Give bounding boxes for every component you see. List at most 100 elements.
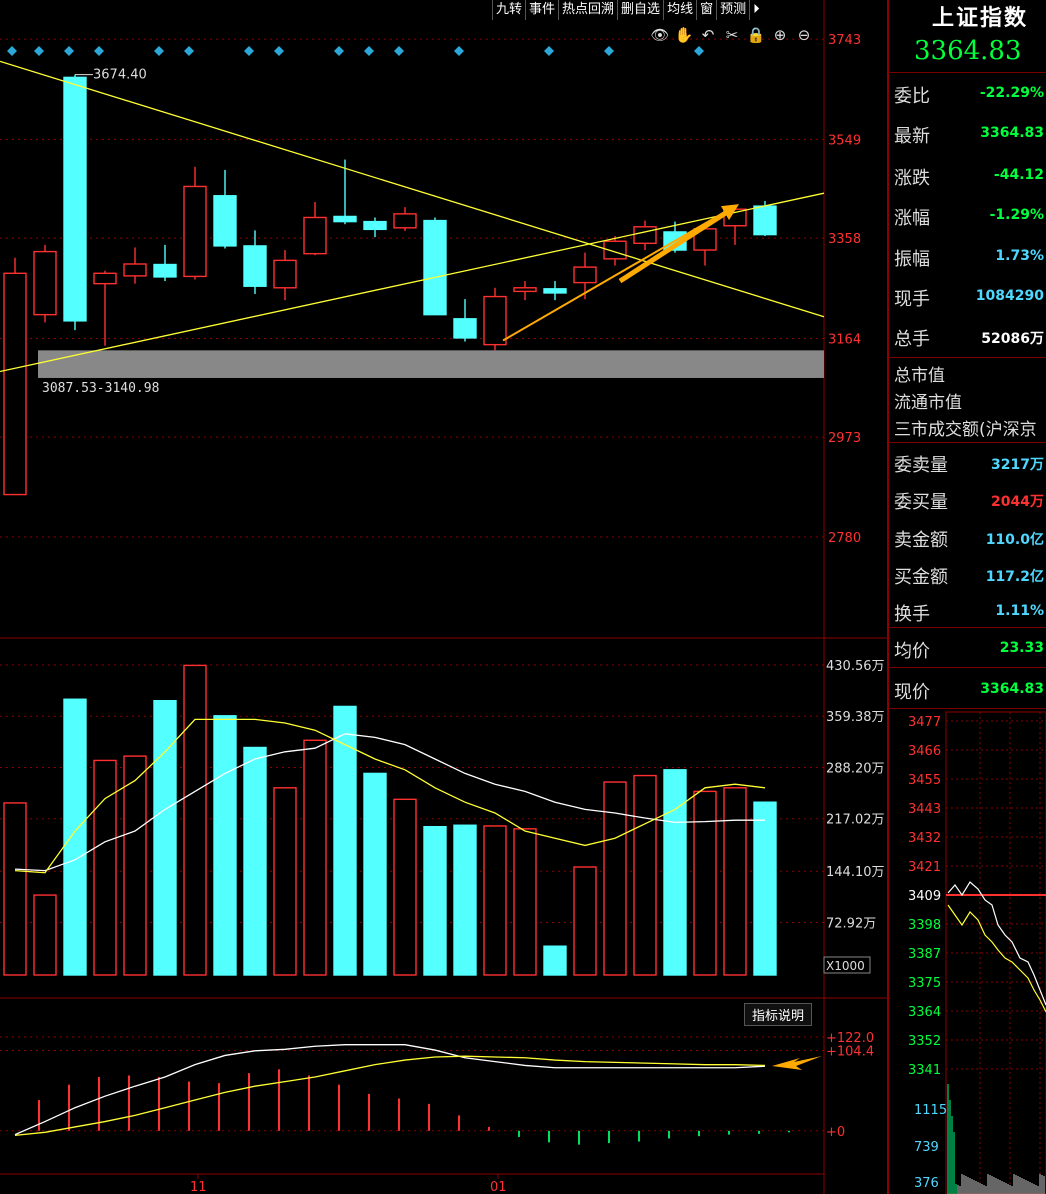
toolbar-button-5[interactable]: 窗 xyxy=(696,0,716,20)
toolbar-button-6[interactable]: 预测 xyxy=(716,0,749,20)
signal-diamond-icon xyxy=(184,46,194,56)
quote-value: 117.2亿 xyxy=(985,569,1044,585)
macd-dif-line xyxy=(14,1044,766,1136)
quote-row-rows-1: 最新 3364.83 xyxy=(890,115,1046,151)
chart-tool-5-icon[interactable]: ⊕ xyxy=(770,26,790,44)
y-tick-label: 3549 xyxy=(828,133,861,148)
quote-label: 均价 xyxy=(894,641,930,662)
quote-value: 3364.83 xyxy=(980,125,1044,141)
candle-body xyxy=(543,288,567,294)
volume-bar xyxy=(663,769,687,976)
quote-value: 3217万 xyxy=(991,457,1044,473)
signal-diamond-icon xyxy=(334,46,344,56)
quote-row-rows-2: 涨跌 -44.12 xyxy=(890,157,1046,193)
chart-tools: 👁 ✋ ↶ ✂ 🔒 ⊕ ⊖ xyxy=(650,26,814,44)
signal-diamond-icon xyxy=(7,46,17,56)
index-title: 上证指数 xyxy=(932,5,1029,31)
signal-diamond-icon xyxy=(694,46,704,56)
macd-tick-label: +104.4 xyxy=(826,1045,874,1060)
signal-diamond-icon xyxy=(364,46,374,56)
chart-tool-2-icon[interactable]: ↶ xyxy=(698,26,718,44)
chart-tool-0-icon[interactable]: 👁 xyxy=(650,26,670,44)
quote-label: 现手 xyxy=(894,289,930,310)
panel-divider xyxy=(890,357,1046,358)
volume-bar xyxy=(573,866,597,976)
quote-label: 委买量 xyxy=(894,492,948,513)
quote-label: 买金额 xyxy=(894,567,948,588)
quote-plain-2: 三市成交额(沪深京 xyxy=(894,420,1037,440)
volume-tick-label: 288.20万 xyxy=(826,761,885,776)
volume-bar xyxy=(213,715,237,976)
chart-tool-4-icon[interactable]: 🔒 xyxy=(746,26,766,44)
quote-value: -44.12 xyxy=(993,167,1044,183)
toolbar-button-1[interactable]: 事件 xyxy=(525,0,558,20)
quote-value: 52086万 xyxy=(981,331,1044,347)
trend-arrow-thin xyxy=(502,205,736,342)
volume-bar xyxy=(303,739,327,976)
signal-diamond-icon xyxy=(604,46,614,56)
panel-divider xyxy=(890,627,1046,628)
volume-tick-label: 144.10万 xyxy=(826,865,885,880)
quote-value: 23.33 xyxy=(999,640,1044,656)
y-tick-label: 3164 xyxy=(828,332,861,347)
quote-row-rows2-0: 委卖量 3217万 xyxy=(890,444,1046,480)
toolbar-button-4[interactable]: 均线 xyxy=(663,0,696,20)
high-label: 3674.40 xyxy=(93,68,147,83)
volume-bar xyxy=(33,894,57,976)
volume-bar xyxy=(453,824,477,976)
macd-tick-label: +0 xyxy=(826,1125,845,1140)
quote-value: -1.29% xyxy=(989,207,1044,223)
candle-body xyxy=(483,295,507,346)
toolbar-button-0[interactable]: 九转 xyxy=(492,0,525,20)
candle-body xyxy=(213,195,237,247)
toolbar-button-3[interactable]: 删自选 xyxy=(617,0,663,20)
signal-diamond-icon xyxy=(34,46,44,56)
volume-bar xyxy=(393,798,417,976)
volume-tick-label: 72.92万 xyxy=(826,916,876,931)
quote-row-rows2-6: 现价 3364.83 xyxy=(890,671,1046,707)
quote-value: 3364.83 xyxy=(980,681,1044,697)
volume-tick-label: 430.56万 xyxy=(826,659,885,674)
quote-value: 110.0亿 xyxy=(985,532,1044,548)
candle-body xyxy=(303,216,327,255)
chart-toolbar: 九转 事件 热点回溯 删自选 均线窗预测 ⏵ xyxy=(492,0,763,20)
quote-row-rows2-2: 卖金额 110.0亿 xyxy=(890,519,1046,555)
toolbar-button-7[interactable]: ⏵ xyxy=(749,0,763,20)
volume-bar xyxy=(603,781,627,976)
toolbar-button-2[interactable]: 热点回溯 xyxy=(558,0,617,20)
quote-row-rows2-3: 买金额 117.2亿 xyxy=(890,556,1046,592)
candle-body xyxy=(573,266,597,284)
chart-tool-6-icon[interactable]: ⊖ xyxy=(794,26,814,44)
candle-body xyxy=(333,215,357,223)
signal-diamond-icon xyxy=(394,46,404,56)
panel-divider xyxy=(890,708,1046,709)
candle-body xyxy=(3,272,27,496)
candle-body xyxy=(363,220,387,231)
signal-diamond-icon xyxy=(454,46,464,56)
candle-body xyxy=(243,245,267,287)
candle-body xyxy=(273,259,297,289)
signal-diamond-icon xyxy=(544,46,554,56)
candle-body xyxy=(153,263,177,278)
indicator-help-button[interactable]: 指标说明 xyxy=(744,1003,813,1026)
volume-bar xyxy=(243,746,267,976)
quote-row-rows-6: 总手 52086万 xyxy=(890,318,1046,354)
volume-unit-label: X1000 xyxy=(826,959,865,973)
quote-label: 卖金额 xyxy=(894,530,948,551)
x-tick-label: 01 xyxy=(490,1180,507,1194)
quote-label: 现价 xyxy=(894,682,930,703)
quote-value: 2044万 xyxy=(991,494,1044,510)
candle-body xyxy=(513,287,537,293)
chart-tool-1-icon[interactable]: ✋ xyxy=(674,26,694,44)
signal-diamond-icon xyxy=(64,46,74,56)
chart-tool-3-icon[interactable]: ✂ xyxy=(722,26,742,44)
candle-body xyxy=(633,226,657,245)
support-zone xyxy=(38,350,824,378)
volume-bar xyxy=(543,945,567,976)
signal-diamond-icon xyxy=(154,46,164,56)
volume-tick-label: 217.02万 xyxy=(826,813,885,828)
panel-divider xyxy=(890,442,1046,443)
volume-bar xyxy=(693,790,717,976)
candle-body xyxy=(393,213,417,229)
volume-bar xyxy=(723,787,747,976)
